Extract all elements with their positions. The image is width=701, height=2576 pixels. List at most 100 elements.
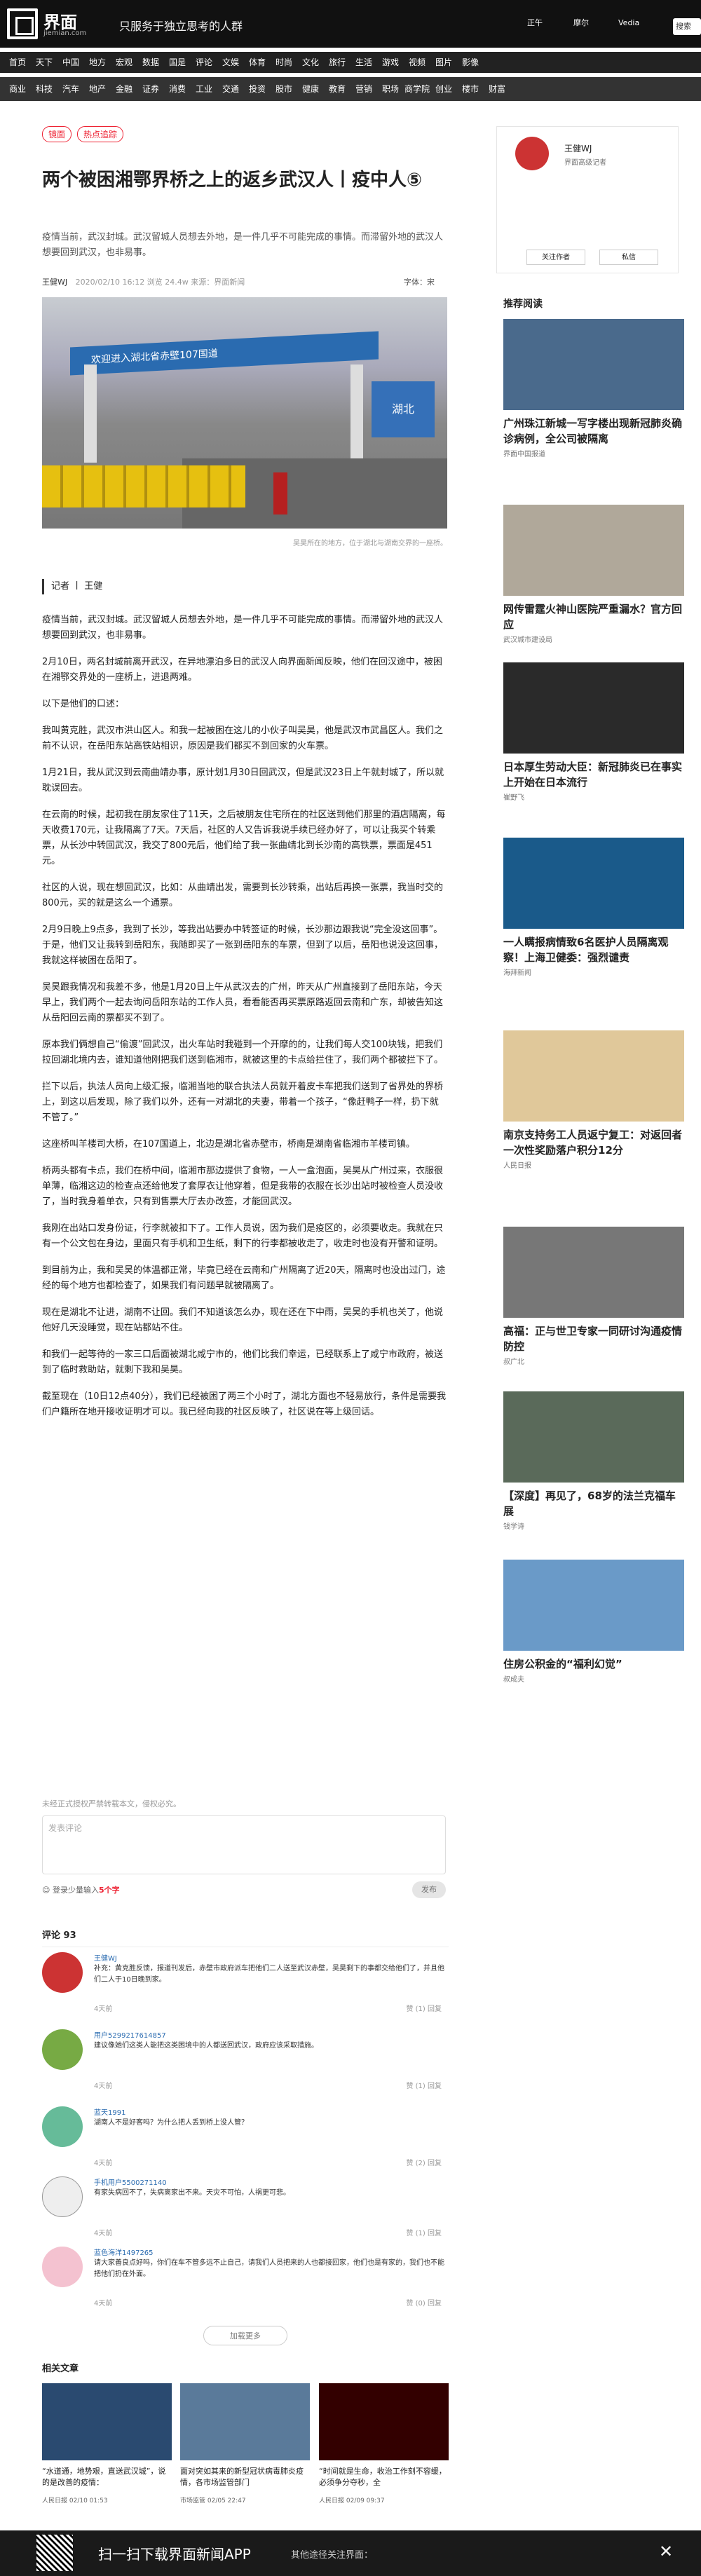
nav-item[interactable]: 地产 [84, 77, 111, 101]
recommend-image[interactable] [503, 838, 684, 929]
nav-item[interactable]: 股市 [271, 77, 297, 101]
recommend-item[interactable]: 日本厚生劳动大臣：新冠肺炎已在事实上开始在日本流行 崔野飞 [503, 662, 684, 802]
nav-item[interactable]: 时尚 [271, 52, 297, 73]
recommend-image[interactable] [503, 1560, 684, 1651]
comment-actions[interactable]: 赞 (1) 回复 [406, 2080, 442, 2090]
recommend-image[interactable] [503, 1391, 684, 1483]
tag-jingmian[interactable]: 镜面 [42, 126, 72, 142]
recommend-image[interactable] [503, 662, 684, 754]
comment-input[interactable]: 发表评论 [42, 1815, 446, 1874]
nav-item[interactable]: 文化 [297, 52, 324, 73]
recommend-headline[interactable]: 【深度】再见了，68岁的法兰克福车展 [503, 1488, 684, 1519]
comment-actions[interactable]: 赞 (2) 回复 [406, 2157, 442, 2167]
author-link[interactable]: 王健WJ [42, 278, 67, 287]
zhengwu-link[interactable]: 正午 [527, 15, 543, 31]
related-headline[interactable]: “水道通，地势艰，直送武汉城”，说的是改善的疫情： [42, 2466, 172, 2491]
nav-item[interactable]: 体育 [244, 52, 271, 73]
avatar[interactable] [42, 2247, 83, 2287]
related-image[interactable] [180, 2383, 310, 2460]
load-more-button[interactable]: 加载更多 [203, 2326, 287, 2345]
related-headline[interactable]: “时间就是生命，收治工作刻不容缓，必须争分夺秒，全 [319, 2466, 449, 2491]
nav-item[interactable]: 宏观 [111, 52, 137, 73]
recommend-headline[interactable]: 广州珠江新城一写字楼出现新冠肺炎确诊病例，全公司被隔离 [503, 416, 684, 447]
author-avatar[interactable] [515, 137, 549, 170]
nav-item[interactable]: 视频 [404, 52, 430, 73]
related-headline[interactable]: 面对突如其来的新型冠状病毒肺炎疫情，各市场监管部门 [180, 2466, 310, 2491]
tag-hot[interactable]: 热点追踪 [77, 126, 124, 142]
recommend-item[interactable]: 网传雷霆火神山医院严重漏水？官方回应 武汉城市建设局 [503, 505, 684, 644]
close-icon[interactable]: ✕ [659, 2542, 673, 2561]
nav-item[interactable]: 商业 [4, 77, 31, 101]
recommend-headline[interactable]: 网传雷霆火神山医院严重漏水？官方回应 [503, 601, 684, 632]
recommend-item[interactable]: 南京支持务工人员返宁复工：对返回者一次性奖励落户积分12分 人民日报 [503, 1030, 684, 1170]
nav-item[interactable]: 中国 [57, 52, 84, 73]
nav-item[interactable]: 影像 [457, 52, 484, 73]
nav-item[interactable]: 地方 [84, 52, 111, 73]
nav-item[interactable]: 教育 [324, 77, 350, 101]
related-item[interactable]: “水道通，地势艰，直送武汉城”，说的是改善的疫情： 人民日报 02/10 01:… [42, 2383, 172, 2505]
avatar[interactable] [42, 1952, 83, 1993]
recommend-item[interactable]: 住房公积金的“福利幻觉” 叔成夫 [503, 1560, 684, 1684]
nav-item[interactable]: 科技 [31, 77, 57, 101]
jiemian-logo[interactable]: 界面 jiemian.com [7, 7, 112, 41]
comment-actions[interactable]: 赞 (0) 回复 [406, 2297, 442, 2308]
related-item[interactable]: “时间就是生命，收治工作刻不容缓，必须争分夺秒，全 人民日报 02/09 09:… [319, 2383, 449, 2505]
recommend-headline[interactable]: 南京支持务工人员返宁复工：对返回者一次性奖励落户积分12分 [503, 1127, 684, 1158]
nav-item[interactable]: 游戏 [377, 52, 404, 73]
nav-item[interactable]: 图片 [430, 52, 457, 73]
nav-item[interactable]: 健康 [297, 77, 324, 101]
recommend-headline[interactable]: 住房公积金的“福利幻觉” [503, 1656, 684, 1672]
nav-item[interactable]: 财富 [484, 77, 510, 101]
nav-item[interactable]: 生活 [350, 52, 377, 73]
avatar[interactable] [42, 2029, 83, 2070]
nav-item[interactable]: 投资 [244, 77, 271, 101]
download-title[interactable]: 扫一扫下载界面新闻APP [98, 2543, 251, 2563]
recommend-headline[interactable]: 高福：正与世卫专家一同研讨沟通疫情防控 [503, 1323, 684, 1354]
search-input[interactable]: 搜索 [673, 18, 701, 35]
comment-actions[interactable]: 赞 (1) 回复 [406, 2003, 442, 2013]
send-comment-button[interactable]: 发布 [412, 1881, 446, 1898]
commenter-name[interactable]: 蓝天1991 [94, 2106, 125, 2117]
recommend-item[interactable]: 广州珠江新城一写字楼出现新冠肺炎确诊病例，全公司被隔离 界面中国报道 [503, 319, 684, 458]
commenter-name[interactable]: 蓝色海洋1497265 [94, 2247, 154, 2257]
avatar[interactable] [42, 2176, 83, 2217]
related-image[interactable] [319, 2383, 449, 2460]
avatar[interactable] [42, 2106, 83, 2147]
nav-item[interactable]: 证券 [137, 77, 164, 101]
nav-item[interactable]: 楼市 [457, 77, 484, 101]
nav-item[interactable]: 国是 [164, 52, 191, 73]
vedia-link[interactable]: Vedia [618, 15, 639, 31]
nav-item[interactable]: 首页 [4, 52, 31, 73]
recommend-headline[interactable]: 日本厚生劳动大臣：新冠肺炎已在事实上开始在日本流行 [503, 759, 684, 790]
nav-item[interactable]: 交通 [217, 77, 244, 101]
comment-actions[interactable]: 赞 (1) 回复 [406, 2227, 442, 2237]
recommend-image[interactable] [503, 1030, 684, 1122]
nav-item[interactable]: 汽车 [57, 77, 84, 101]
message-button[interactable]: 私信 [599, 250, 658, 265]
author-name[interactable]: 王健WJ [564, 142, 592, 154]
nav-item[interactable]: 金融 [111, 77, 137, 101]
recommend-image[interactable] [503, 319, 684, 410]
related-item[interactable]: 面对突如其来的新型冠状病毒肺炎疫情，各市场监管部门 市场监管 02/05 22:… [180, 2383, 310, 2505]
recommend-image[interactable] [503, 1227, 684, 1318]
nav-item[interactable]: 创业 [430, 77, 457, 101]
recommend-image[interactable] [503, 505, 684, 596]
nav-item[interactable]: 文娱 [217, 52, 244, 73]
related-image[interactable] [42, 2383, 172, 2460]
follow-button[interactable]: 关注作者 [526, 250, 585, 265]
recommend-item[interactable]: 一人瞒报病情致6名医护人员隔离观察！上海卫健委：强烈谴责 海拜新闻 [503, 838, 684, 977]
nav-item[interactable]: 天下 [31, 52, 57, 73]
nav-item[interactable]: 职场 [377, 77, 404, 101]
nav-item[interactable]: 工业 [191, 77, 217, 101]
commenter-name[interactable]: 手机用户5500271140 [94, 2176, 167, 2187]
nav-item[interactable]: 旅行 [324, 52, 350, 73]
nav-item[interactable]: 数据 [137, 52, 164, 73]
recommend-item[interactable]: 【深度】再见了，68岁的法兰克福车展 钱学诗 [503, 1391, 684, 1531]
nav-item[interactable]: 营销 [350, 77, 377, 101]
font-switch[interactable]: 字体：宋 [404, 276, 435, 287]
recommend-item[interactable]: 高福：正与世卫专家一同研讨沟通疫情防控 叔广北 [503, 1227, 684, 1366]
moer-link[interactable]: 摩尔 [573, 15, 589, 31]
commenter-name[interactable]: 王健WJ [94, 1952, 117, 1963]
nav-item[interactable]: 评论 [191, 52, 217, 73]
nav-item[interactable]: 商学院 [404, 77, 430, 101]
